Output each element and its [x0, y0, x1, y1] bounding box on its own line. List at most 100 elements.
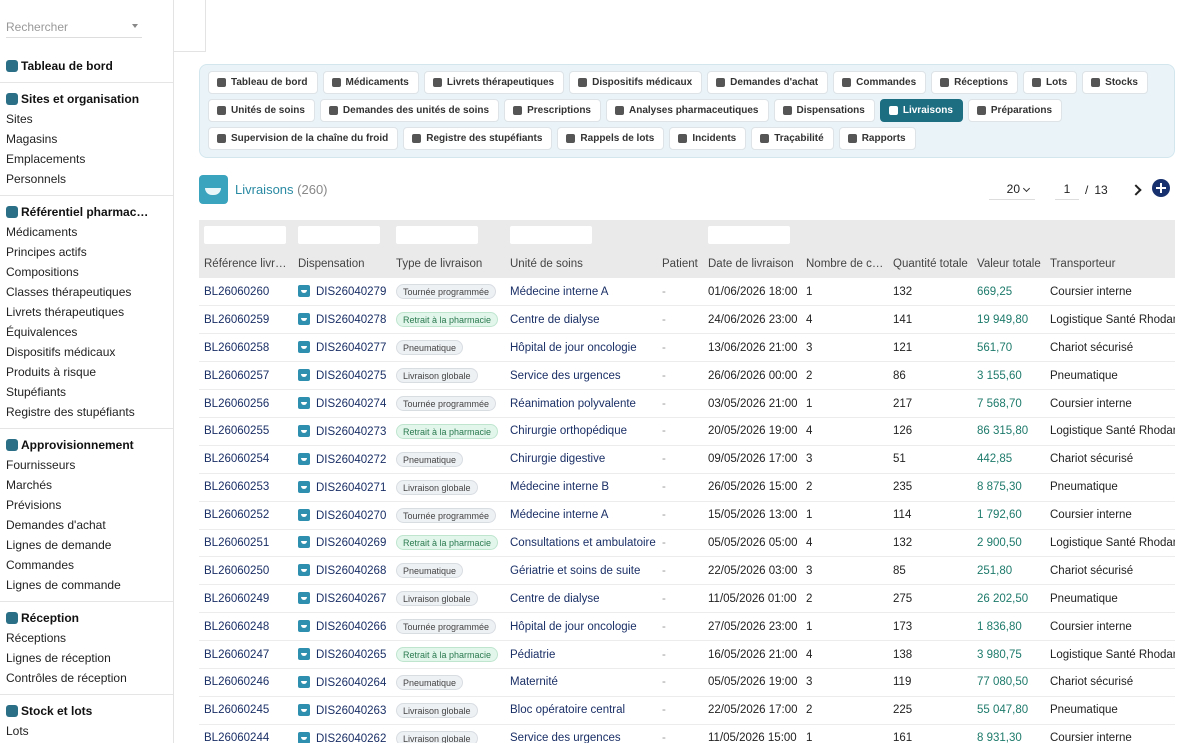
delivery-ref[interactable]: BL26060252 [199, 501, 293, 530]
tab-demandes-d-achat[interactable]: Demandes d'achat [707, 71, 829, 94]
table-row[interactable]: BL26060254 DIS26040272 Pneumatique Chirurgi… [199, 445, 1175, 474]
tab-preparations[interactable]: Préparations [967, 99, 1063, 122]
tab-incidents[interactable]: Incidents [669, 127, 747, 150]
dispensation-link[interactable]: DIS26040269 [293, 529, 391, 558]
sidebar-item-magasins[interactable]: Magasins [0, 129, 173, 149]
table-row[interactable]: BL26060255 DIS26040273 Retrait à la pharma… [199, 417, 1175, 446]
tab-tableau-de-bord[interactable]: Tableau de bord [208, 71, 318, 94]
sidebar-item-lignes-de-reception[interactable]: Lignes de réception [0, 648, 173, 668]
tab-dispensations[interactable]: Dispensations [773, 99, 875, 122]
tab-lots[interactable]: Lots [1023, 71, 1078, 94]
sidebar-item-equivalences[interactable]: Équivalences [0, 322, 173, 342]
sidebar-item-demandes-d-achat[interactable]: Demandes d'achat [0, 515, 173, 535]
table-row[interactable]: BL26060259 DIS26040278 Retrait à la pharma… [199, 305, 1175, 335]
column-header-nombre-de-c[interactable]: Nombre de c… [801, 250, 888, 278]
table-row[interactable]: BL26060250 DIS26040268 Pneumatique Gériatri… [199, 556, 1175, 586]
dispensation-link[interactable]: DIS26040267 [293, 584, 391, 614]
delivery-ref[interactable]: BL26060260 [199, 278, 293, 307]
table-row[interactable]: BL26060244 DIS26040262 Livraison globale Se… [199, 724, 1175, 743]
sidebar-item-classes-therapeutiques[interactable]: Classes thérapeutiques [0, 282, 173, 302]
sidebar-item-lots[interactable]: Lots [0, 721, 173, 741]
delivery-ref[interactable]: BL26060249 [199, 584, 293, 614]
per-page-select[interactable]: 20 [989, 180, 1035, 200]
delivery-ref[interactable]: BL26060251 [199, 529, 293, 558]
dispensation-link[interactable]: DIS26040278 [293, 305, 391, 335]
sidebar-item-lignes-de-commande[interactable]: Lignes de commande [0, 575, 173, 595]
page-input[interactable]: 1 [1055, 180, 1079, 200]
tab-stocks[interactable]: Stocks [1082, 71, 1148, 94]
delivery-ref[interactable]: BL26060245 [199, 696, 293, 725]
table-row[interactable]: BL26060248 DIS26040266 Tournée programmée H… [199, 612, 1175, 642]
table-row[interactable]: BL26060245 DIS26040263 Livraison globale Bl… [199, 696, 1175, 725]
tab-prescriptions[interactable]: Prescriptions [504, 99, 601, 122]
table-row[interactable]: BL26060253 DIS26040271 Livraison globale Mé… [199, 473, 1175, 502]
delivery-ref[interactable]: BL26060244 [199, 724, 293, 743]
column-header-date-de-livraison[interactable]: Date de livraison [703, 250, 801, 278]
delivery-ref[interactable]: BL26060258 [199, 333, 293, 363]
dispensation-link[interactable]: DIS26040279 [293, 278, 391, 307]
sidebar-item-receptions[interactable]: Réceptions [0, 628, 173, 648]
sidebar-item-registre-des-stupefiants[interactable]: Registre des stupéfiants [0, 402, 173, 422]
add-delivery-button[interactable] [1152, 179, 1170, 197]
dispensation-link[interactable]: DIS26040270 [293, 501, 391, 530]
column-header-reference-livr[interactable]: Référence livr… [199, 250, 293, 278]
tab-analyses-pharmaceutiques[interactable]: Analyses pharmaceutiques [606, 99, 769, 122]
table-row[interactable]: BL26060258 DIS26040277 Pneumatique Hôpital … [199, 333, 1175, 363]
tab-rappels-de-lots[interactable]: Rappels de lots [557, 127, 665, 150]
table-row[interactable]: BL26060251 DIS26040269 Retrait à la pharma… [199, 529, 1175, 558]
dispensation-link[interactable]: DIS26040277 [293, 333, 391, 363]
tab-livrets-therapeutiques[interactable]: Livrets thérapeutiques [423, 71, 565, 94]
tab-livraisons[interactable]: Livraisons [879, 99, 963, 122]
sidebar-item-produits-a-risque[interactable]: Produits à risque [0, 362, 173, 382]
next-page-icon[interactable] [1130, 184, 1142, 196]
delivery-ref[interactable]: BL26060259 [199, 305, 293, 335]
tab-dispositifs-medicaux[interactable]: Dispositifs médicaux [569, 71, 703, 94]
sidebar-item-compositions[interactable]: Compositions [0, 262, 173, 282]
sidebar-item-emplacements[interactable]: Emplacements [0, 149, 173, 169]
column-header-transporteur[interactable]: Transporteur [1045, 250, 1175, 278]
table-row[interactable]: BL26060256 DIS26040274 Tournée programmée R… [199, 389, 1175, 418]
tab-tracabilite[interactable]: Traçabilité [751, 127, 834, 150]
table-row[interactable]: BL26060247 DIS26040265 Retrait à la pharma… [199, 640, 1175, 669]
dispensation-link[interactable]: DIS26040274 [293, 389, 391, 418]
table-row[interactable]: BL26060249 DIS26040267 Livraison globale Ce… [199, 584, 1175, 614]
nav-group-header[interactable]: Réception [0, 608, 173, 628]
tab-receptions[interactable]: Réceptions [931, 71, 1019, 94]
table-row[interactable]: BL26060252 DIS26040270 Tournée programmée M… [199, 501, 1175, 530]
dispensation-link[interactable]: DIS26040268 [293, 556, 391, 586]
delivery-ref[interactable]: BL26060246 [199, 668, 293, 697]
column-filter-input[interactable] [510, 226, 592, 244]
table-row[interactable]: BL26060246 DIS26040264 Pneumatique Maternit… [199, 668, 1175, 697]
nav-group-header[interactable]: Tableau de bord [0, 56, 173, 76]
nav-group-header[interactable]: Référentiel pharmac… [0, 202, 173, 222]
delivery-ref[interactable]: BL26060253 [199, 473, 293, 502]
column-filter-input[interactable] [396, 226, 478, 244]
dispensation-link[interactable]: DIS26040271 [293, 473, 391, 502]
sidebar-item-personnels[interactable]: Personnels [0, 169, 173, 189]
column-filter-input[interactable] [298, 226, 380, 244]
sidebar-item-lignes-de-demande[interactable]: Lignes de demande [0, 535, 173, 555]
search-select[interactable]: Rechercher [6, 18, 142, 38]
nav-group-header[interactable]: Sites et organisation [0, 89, 173, 109]
sidebar-item-dispositifs-medicaux[interactable]: Dispositifs médicaux [0, 342, 173, 362]
column-header-valeur-totale[interactable]: Valeur totale [972, 250, 1045, 278]
dispensation-link[interactable]: DIS26040273 [293, 417, 391, 446]
delivery-ref[interactable]: BL26060250 [199, 556, 293, 586]
sidebar-item-medicaments[interactable]: Médicaments [0, 222, 173, 242]
table-row[interactable]: BL26060260 DIS26040279 Tournée programmée M… [199, 278, 1175, 307]
column-header-type-de-livraison[interactable]: Type de livraison [391, 250, 505, 278]
sidebar-item-sites[interactable]: Sites [0, 109, 173, 129]
sidebar-item-controles-de-reception[interactable]: Contrôles de réception [0, 668, 173, 688]
dispensation-link[interactable]: DIS26040266 [293, 612, 391, 642]
column-filter-input[interactable] [708, 226, 790, 244]
dispensation-link[interactable]: DIS26040263 [293, 696, 391, 725]
delivery-ref[interactable]: BL26060257 [199, 361, 293, 391]
delivery-ref[interactable]: BL26060255 [199, 417, 293, 446]
column-header-quantite-totale[interactable]: Quantité totale [888, 250, 972, 278]
sidebar-item-principes-actifs[interactable]: Principes actifs [0, 242, 173, 262]
nav-group-header[interactable]: Approvisionnement [0, 435, 173, 455]
sidebar-item-stupefiants[interactable]: Stupéfiants [0, 382, 173, 402]
tab-demandes-des-unites-de-soins[interactable]: Demandes des unités de soins [319, 99, 500, 122]
column-filter-input[interactable] [204, 226, 286, 244]
nav-group-header[interactable]: Stock et lots [0, 701, 173, 721]
